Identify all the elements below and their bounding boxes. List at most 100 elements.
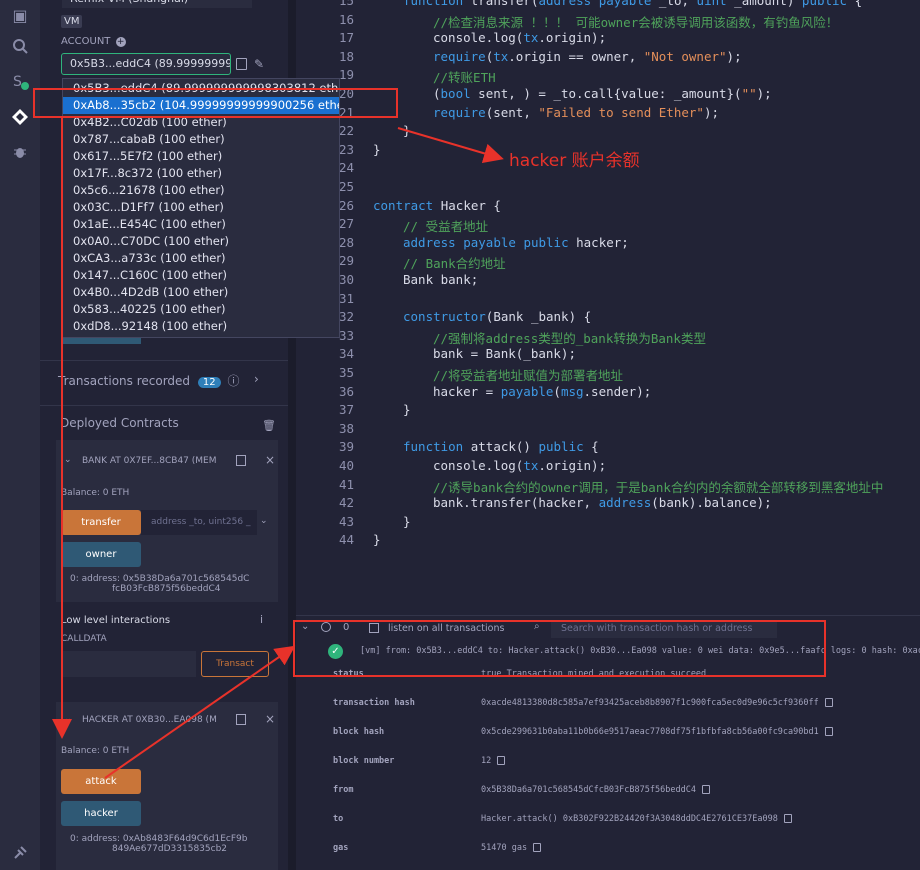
tx-field-key: block hash <box>333 727 385 737</box>
code-line[interactable]: console.log(tx.origin); <box>433 30 606 45</box>
trash-icon[interactable]: 🗑 <box>262 419 276 432</box>
calldata-input[interactable] <box>61 651 196 677</box>
copy-icon[interactable] <box>824 727 833 736</box>
code-line[interactable]: //将受益者地址赋值为部署者地址 <box>433 365 623 384</box>
line-number: 40 <box>338 458 354 473</box>
tx-field-value-text: 51470 gas <box>481 843 528 853</box>
copy-icon[interactable] <box>701 785 710 794</box>
hacker-result: 0: address: 0xAb8483F64d9C6d1EcF9b <box>70 834 248 844</box>
account-option[interactable]: 0x03C...D1Ff7 (100 ether) <box>63 199 339 216</box>
svg-text:S: S <box>13 74 22 90</box>
account-option[interactable]: 0x17F...8c372 (100 ether) <box>63 165 339 182</box>
code-line[interactable]: bank.transfer(hacker, address(bank).bala… <box>433 495 772 510</box>
code-line[interactable]: } <box>373 532 381 547</box>
copy-icon[interactable] <box>824 698 833 707</box>
line-number: 35 <box>338 365 354 380</box>
debugger-icon[interactable] <box>10 144 30 164</box>
code-line[interactable]: } <box>403 123 411 138</box>
copy-icon[interactable] <box>236 455 246 466</box>
plugin-manager-icon[interactable] <box>10 845 30 865</box>
code-line[interactable]: hacker = payable(msg.sender); <box>433 384 651 399</box>
code-line[interactable]: require(tx.origin == owner, "Not owner")… <box>433 49 742 64</box>
hacker-contract-title: HACKER AT 0XB30...EA098 (M <box>82 715 217 725</box>
edit-icon[interactable]: ✎ <box>254 57 264 71</box>
code-line[interactable]: //检查消息来源 ！！！ 可能owner会被诱导调用该函数，有钓鱼风险！ <box>433 12 838 31</box>
account-option[interactable]: 0x147...C160C (100 ether) <box>63 267 339 284</box>
code-line[interactable]: function attack() public { <box>403 439 599 454</box>
account-option[interactable]: 0xdD8...92148 (100 ether) <box>63 318 339 335</box>
copy-icon[interactable] <box>497 756 506 765</box>
copy-icon[interactable] <box>236 58 247 70</box>
tx-field-value: Hacker.attack() 0xB302F922B24420f3A3048d… <box>481 814 792 824</box>
info-icon[interactable]: i <box>260 613 263 626</box>
search-icon[interactable] <box>10 38 30 58</box>
account-option[interactable]: 0x1aE...E454C (100 ether) <box>63 216 339 233</box>
chevron-down-icon[interactable]: ⌄ <box>64 714 72 724</box>
line-number: 38 <box>338 420 354 436</box>
transact-button[interactable]: Transact <box>201 651 269 677</box>
file-explorer-icon[interactable]: ▣ <box>10 6 30 26</box>
account-option[interactable]: 0x787...cabaB (100 ether) <box>63 131 339 148</box>
account-option[interactable]: 0x4B0...4D2dB (100 ether) <box>63 284 339 301</box>
account-option[interactable]: 0x583...40225 (100 ether) <box>63 301 339 318</box>
code-line[interactable]: // 受益者地址 <box>403 216 488 235</box>
account-option[interactable]: 0x0A0...C70DC (100 ether) <box>63 233 339 250</box>
code-line[interactable]: //诱导bank合约的owner调用，于是bank合约内的余额就全部转移到黑客地… <box>433 477 883 496</box>
code-line[interactable]: contract Hacker { <box>373 198 501 213</box>
code-line[interactable]: //强制将address类型的_bank转换为Bank类型 <box>433 328 706 347</box>
tx-field-value-text: 0x5cde299631b0aba11b0b66e9517aeac7708df7… <box>481 727 819 737</box>
line-number: 43 <box>338 513 354 529</box>
chevron-down-icon[interactable]: ⌄ <box>260 516 268 526</box>
account-label-row: ACCOUNT + <box>61 36 126 47</box>
tx-field-value: 0x5cde299631b0aba11b0b66e9517aeac7708df7… <box>481 727 833 737</box>
copy-icon[interactable] <box>533 843 542 852</box>
code-line[interactable]: address payable public hacker; <box>403 235 629 250</box>
transfer-args-input[interactable]: address _to, uint256 _ <box>141 510 257 535</box>
tx-field-value: 0x5B38Da6a701c568545dCfcB03FcB875f56bedd… <box>481 785 710 795</box>
plus-icon[interactable]: + <box>115 37 126 47</box>
code-line[interactable]: (bool sent, ) = _to.call{value: _amount}… <box>433 86 772 101</box>
hacker-button[interactable]: hacker <box>61 801 141 826</box>
environment-select[interactable]: Remix VM (Shanghai) <box>62 0 252 8</box>
divider <box>40 360 288 361</box>
compiler-icon[interactable]: S <box>10 72 30 92</box>
code-line[interactable]: Bank bank; <box>403 272 478 287</box>
code-line[interactable]: require(sent, "Failed to send Ether"); <box>433 105 719 120</box>
account-select[interactable]: 0x5B3...eddC4 (89.99999999 <box>61 53 231 75</box>
code-line[interactable]: bank = Bank(_bank); <box>433 346 576 361</box>
chevron-right-icon[interactable]: › <box>254 372 259 386</box>
icon-sidebar: ▣ S <box>0 0 40 870</box>
deploy-run-icon[interactable] <box>10 108 30 128</box>
code-line[interactable]: console.log(tx.origin); <box>433 458 606 473</box>
transactions-count-badge: 12 <box>197 377 221 388</box>
transactions-recorded[interactable]: Transactions recorded 12 ⓘ <box>58 372 239 389</box>
line-number: 41 <box>338 476 354 492</box>
line-number: 36 <box>338 383 354 399</box>
info-icon[interactable]: ⓘ <box>227 374 239 388</box>
copy-icon[interactable] <box>236 714 246 725</box>
transfer-button[interactable]: transfer <box>61 510 141 535</box>
account-option[interactable]: 0x617...5E7f2 (100 ether) <box>63 148 339 165</box>
code-line[interactable]: constructor(Bank _bank) { <box>403 309 591 324</box>
line-number: 15 <box>338 0 354 8</box>
code-line[interactable]: //转账ETH <box>433 67 496 86</box>
code-line[interactable]: // Bank合约地址 <box>403 253 506 272</box>
attack-button[interactable]: attack <box>61 769 141 794</box>
account-option[interactable]: 0x5c6...21678 (100 ether) <box>63 182 339 199</box>
line-number: 39 <box>338 439 354 455</box>
code-line[interactable]: } <box>403 402 411 417</box>
line-number: 42 <box>338 495 354 511</box>
code-line[interactable]: function transfer(address payable _to, u… <box>403 0 862 8</box>
copy-icon[interactable] <box>783 814 792 823</box>
code-line[interactable]: } <box>403 514 411 529</box>
owner-button[interactable]: owner <box>61 542 141 567</box>
bank-balance: Balance: 0 ETH <box>61 488 130 498</box>
code-line[interactable]: } <box>373 142 381 157</box>
account-option[interactable]: 0xCA3...a733c (100 ether) <box>63 250 339 267</box>
highlight-transaction <box>293 620 826 677</box>
close-icon[interactable]: × <box>265 453 275 467</box>
low-level-title: Low level interactions <box>61 615 171 626</box>
close-icon[interactable]: × <box>265 712 275 726</box>
chevron-down-icon[interactable]: ⌄ <box>64 455 72 465</box>
tx-field-key: to <box>333 814 344 824</box>
